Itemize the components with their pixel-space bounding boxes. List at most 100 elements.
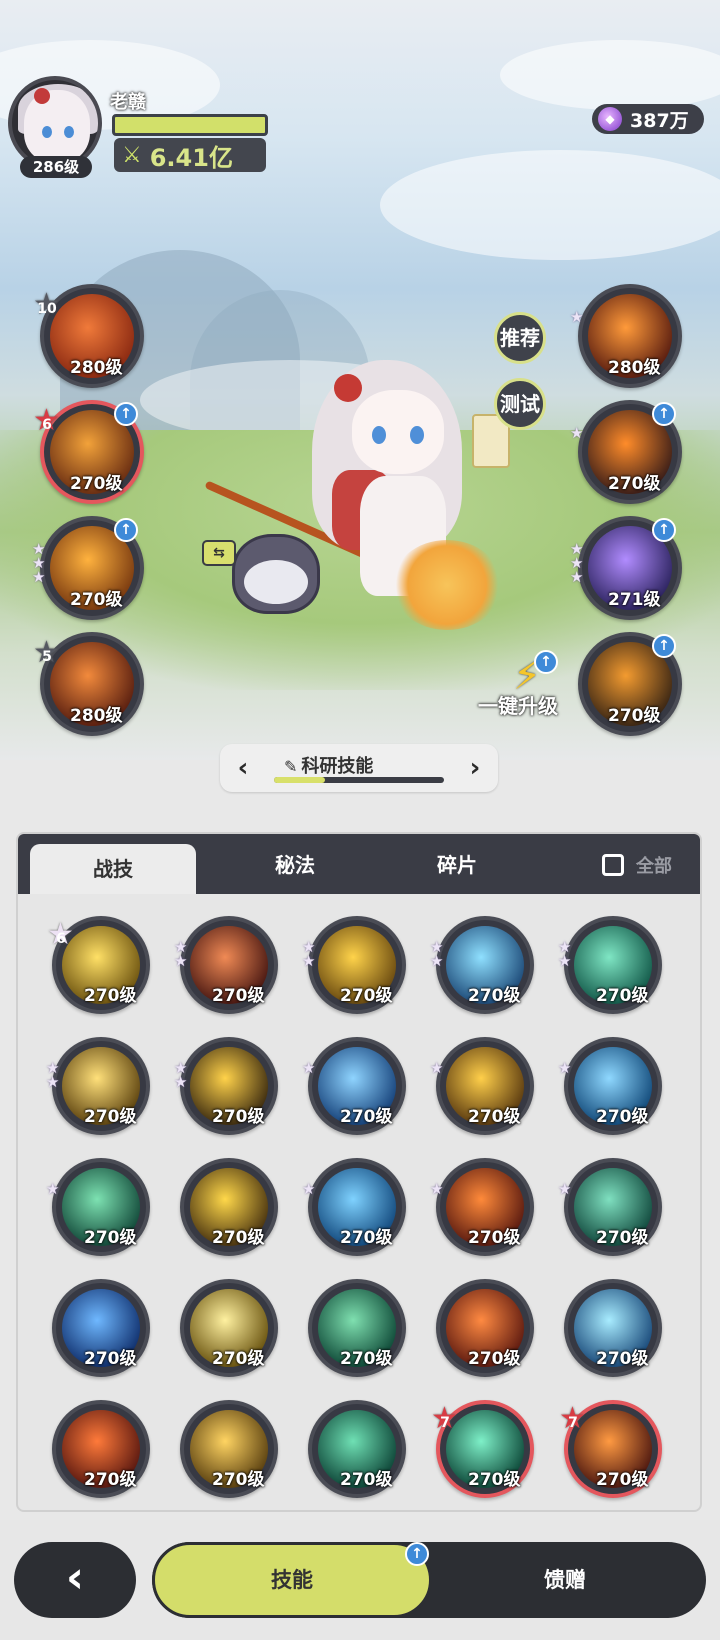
grid-skill-3[interactable]: 270级 ★ ★ (430, 916, 534, 1014)
one-click-upgrade-label: 一键升级 (478, 694, 558, 718)
avatar-eye (42, 126, 52, 138)
right-skill-0[interactable]: 280级 ★ (570, 284, 682, 388)
grid-skill-7[interactable]: 270级 ★ (302, 1037, 406, 1135)
left-skill-3[interactable]: 280级 5 (33, 632, 144, 736)
skill-level: 270级 (212, 1349, 265, 1369)
right-skill-3[interactable]: 270级 ↑ (578, 632, 682, 736)
test-button[interactable]: 测试 (494, 378, 546, 430)
upgrade-arrow-icon: ↑ (652, 402, 676, 426)
select-all-checkbox[interactable] (602, 854, 624, 876)
grid-skill-9[interactable]: 270级 ★ (558, 1037, 662, 1135)
nav-skill-button[interactable]: 技能 (152, 1542, 432, 1618)
star-rank-icon: ★ ★ (174, 940, 190, 969)
tab-combat-skills[interactable]: 战技 (30, 844, 196, 894)
left-skill-0[interactable]: 280级 10 (33, 284, 144, 388)
swap-pet-icon[interactable]: ⇆ (202, 540, 236, 566)
star-rank-icon: ★ (558, 1061, 574, 1076)
grid-skill-5[interactable]: 270级 ★ ★ (46, 1037, 150, 1135)
star-rank-badge: 6 (47, 922, 74, 952)
back-button[interactable]: ‹ (14, 1542, 136, 1618)
grid-skill-11[interactable]: 270级 (180, 1158, 278, 1256)
left-skill-1[interactable]: 270级 6 ↑ (33, 400, 144, 504)
cloud (380, 150, 720, 260)
skill-level: 270级 (468, 1349, 521, 1369)
star-icon: ★ (558, 952, 572, 970)
grid-skill-13[interactable]: 270级 ★ (430, 1158, 534, 1256)
star-rank-icon: ★ (430, 1061, 446, 1076)
grid-skill-16[interactable]: 270级 (180, 1279, 278, 1377)
skill-level: 270级 (84, 1228, 137, 1248)
star-rank-badge: 5 (33, 640, 60, 670)
pager-progress (274, 777, 444, 783)
next-arrow-icon[interactable]: › (460, 750, 490, 786)
star-icon: ★ (570, 424, 584, 442)
skill-level: 270级 (212, 986, 265, 1006)
swords-icon: ⚔ (122, 142, 142, 168)
star-icon: ★ (558, 1180, 572, 1198)
grid-skill-6[interactable]: 270级 ★ ★ (174, 1037, 278, 1135)
grid-skill-24[interactable]: 270级 7 (559, 1400, 662, 1498)
skill-level: 270级 (340, 1470, 393, 1490)
upgrade-arrow-icon: ↑ (114, 518, 138, 542)
left-skill-2[interactable]: 270级 ★ ★ ★ ↑ (32, 516, 144, 620)
upgrade-arrow-icon: ↑ (114, 402, 138, 426)
star-rank-icon: ★ ★ (430, 940, 446, 969)
skill-level: 270级 (596, 1107, 649, 1127)
star-icon: ★ (302, 952, 316, 970)
star-rank-badge: 10 (33, 292, 60, 322)
star-rank-icon: ★ (302, 1182, 318, 1197)
skill-level: 270级 (340, 1107, 393, 1127)
star-rank-icon: ★ (46, 1182, 62, 1197)
star-rank-icon: ★ ★ (558, 940, 574, 970)
grid-skill-19[interactable]: 270级 (564, 1279, 662, 1377)
skill-level: 270级 (212, 1228, 265, 1248)
tab-fragments[interactable]: 碎片 (374, 834, 540, 894)
star-rank-icon: ★ (430, 1182, 446, 1197)
star-rank-icon: ★ ★ (302, 940, 318, 970)
grid-skill-8[interactable]: 270级 ★ (430, 1037, 534, 1135)
star-rank-badge: 6 (33, 408, 60, 438)
skill-level: 270级 (84, 1470, 137, 1490)
skill-level: 270级 (70, 474, 123, 494)
right-skill-2[interactable]: 271级 ★ ★ ★ ↑ (570, 516, 682, 620)
bottom-nav: ‹ 技能 馈赠 ↑ (0, 1520, 720, 1640)
pet-cat-face (244, 560, 308, 604)
grid-skill-0[interactable]: 270级 6 (47, 916, 150, 1014)
grid-skill-18[interactable]: 270级 (436, 1279, 534, 1377)
grid-skill-22[interactable]: 270级 (308, 1400, 406, 1498)
grid-skill-23[interactable]: 270级 7 (431, 1400, 534, 1498)
grid-skill-20[interactable]: 270级 (52, 1400, 150, 1498)
tech-skill-pager: ‹ ✎ 科研技能 › (220, 744, 498, 792)
skill-level: 270级 (340, 986, 393, 1006)
purple-gem-icon: ◆ (598, 107, 622, 131)
grid-skill-14[interactable]: 270级 ★ (558, 1158, 662, 1256)
currency-display[interactable]: ◆ 387万 (592, 104, 704, 134)
star-rank-icon: ★ (302, 1061, 318, 1076)
grid-skill-17[interactable]: 270级 (308, 1279, 406, 1377)
tab-secret-arts[interactable]: 秘法 (212, 834, 378, 894)
grid-skill-4[interactable]: 270级 ★ ★ (558, 916, 662, 1014)
pen-icon: ✎ (284, 757, 298, 776)
select-all-label: 全部 (636, 856, 672, 877)
grid-skill-12[interactable]: 270级 ★ (302, 1158, 406, 1256)
star-rank-icon: ★ (570, 424, 586, 442)
upgrade-arrow-icon: ↑ (652, 518, 676, 542)
nav-gift-button[interactable]: 馈赠 (500, 1542, 630, 1618)
grid-skill-15[interactable]: 270级 (52, 1279, 150, 1377)
one-click-upgrade-button[interactable]: ⚡ ↑ 一键升级 (476, 650, 576, 720)
star-rank-badge: 7 (431, 1406, 458, 1436)
grid-skill-21[interactable]: 270级 (180, 1400, 278, 1498)
select-all[interactable]: 全部 (602, 852, 672, 878)
grid-skill-2[interactable]: 270级 ★ ★ (302, 916, 406, 1014)
pager-title: ✎ 科研技能 (284, 752, 373, 778)
combat-power: ⚔ 6.41亿 (114, 138, 266, 172)
grid-skill-10[interactable]: 270级 ★ (46, 1158, 150, 1256)
right-skill-1[interactable]: 270级 ★ ↑ (570, 400, 682, 504)
grid-skill-1[interactable]: 270级 ★ ★ (174, 916, 278, 1014)
hero-eye (372, 426, 386, 444)
skill-level: 270级 (596, 1349, 649, 1369)
star-rank-icon: ★ ★ (174, 1061, 190, 1090)
skill-level: 270级 (84, 1107, 137, 1127)
recommend-button[interactable]: 推荐 (494, 312, 546, 364)
prev-arrow-icon[interactable]: ‹ (228, 750, 258, 786)
